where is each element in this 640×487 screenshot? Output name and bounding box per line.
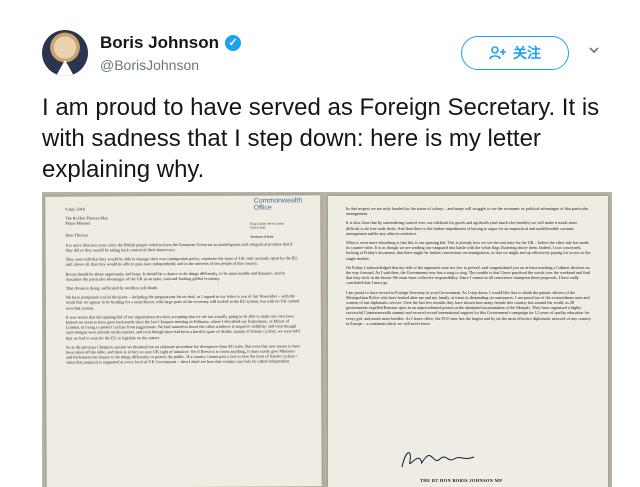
office-line1: Commonwealth [253,197,303,205]
letter-paragraph: That dream is dying, suffocated by needl… [65,285,159,291]
letter-paragraph: Brexit should be about opportunity and h… [65,270,285,282]
add-user-icon [489,46,506,60]
letter-paragraph: I am proud to have served as Foreign Sec… [346,289,592,326]
signature-image [401,452,475,468]
verified-badge-icon: ✓ [225,35,242,51]
follow-label: 关注 [513,45,541,61]
letter-paragraph: So at the previous Chequers session we t… [66,343,301,366]
letter-body-2: In that respect we are truly headed for … [346,206,591,330]
letter-paragraph: We have postponed crucial decisions – in… [65,293,300,311]
author-name[interactable]: Boris Johnson [100,33,219,53]
author-handle[interactable]: @BorisJohnson [100,57,199,73]
author-row: Boris Johnson ✓ [100,33,242,53]
letter-paragraph: It is also clear that by surrendering co… [346,220,578,236]
tweet-media-letter[interactable]: Commonwealth Office King Charles Street … [42,192,612,487]
salutation: Dear Theresa [65,232,88,238]
letter-body-1: 9 July 2018 The Rt Hon Theresa May Prime… [65,205,301,369]
letter-date: 9 July 2018 [65,206,85,212]
tweet-header: Boris Johnson ✓ @BorisJohnson 关注 [0,0,640,80]
signatory-name: THE RT HON BORIS JOHNSON MP [420,478,503,483]
avatar[interactable] [42,30,88,76]
letter-paragraph: What is even more disturbing is that thi… [346,240,591,261]
letter-page-2: In that respect we are truly headed for … [328,196,608,487]
chevron-down-icon[interactable] [588,44,600,56]
letter-paragraph: They were told that they would be able t… [65,255,299,268]
letter-paragraph: In that respect we are truly headed for … [346,206,589,217]
letter-page-1: Commonwealth Office King Charles Street … [45,195,322,487]
follow-button[interactable]: 关注 [461,36,569,70]
tweet-text: I am proud to have served as Foreign Sec… [42,94,600,183]
letter-paragraph: It now seems that the opening bid of our… [65,313,300,341]
letter-paragraph: On Friday I acknowledged that my side of… [346,264,590,286]
letter-paragraph: It is more than two years since the Brit… [65,241,293,253]
recipient-line2: Prime Minister [65,220,91,227]
